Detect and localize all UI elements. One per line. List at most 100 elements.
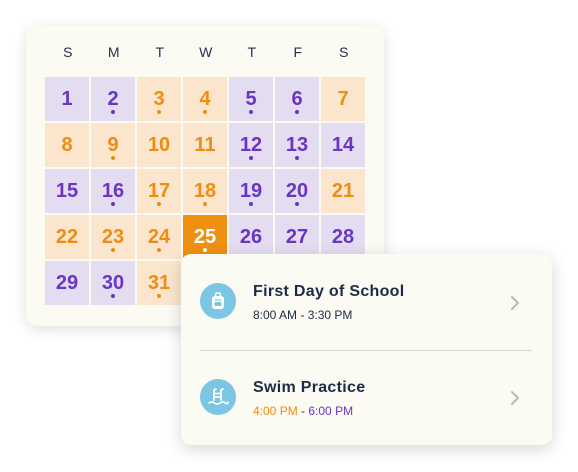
day-cell-6[interactable]: 6 bbox=[275, 77, 319, 121]
event-indicator-dot bbox=[157, 110, 161, 114]
event-end-time: 6:00 PM bbox=[308, 404, 354, 418]
day-cell-12[interactable]: 12 bbox=[229, 123, 273, 167]
day-number: 9 bbox=[107, 133, 119, 156]
day-number: 11 bbox=[194, 133, 216, 156]
day-cell-23[interactable]: 23 bbox=[91, 215, 135, 259]
day-number: 31 bbox=[147, 271, 171, 294]
day-cell-16[interactable]: 16 bbox=[91, 169, 135, 213]
weekday-friday: F bbox=[293, 44, 303, 60]
chevron-right-icon[interactable] bbox=[507, 294, 523, 312]
day-cell-22[interactable]: 22 bbox=[45, 215, 89, 259]
day-number: 1 bbox=[61, 87, 73, 110]
day-cell-8[interactable]: 8 bbox=[45, 123, 89, 167]
event-indicator-dot bbox=[203, 202, 207, 206]
day-number: 18 bbox=[193, 179, 217, 202]
day-number: 19 bbox=[239, 179, 263, 202]
day-cell-1[interactable]: 1 bbox=[45, 77, 89, 121]
day-number: 2 bbox=[107, 87, 119, 110]
day-cell-17[interactable]: 17 bbox=[137, 169, 181, 213]
event-time: 4:00 PM - 6:00 PM bbox=[253, 404, 353, 418]
backpack-icon bbox=[200, 283, 236, 319]
event-indicator-dot bbox=[203, 110, 207, 114]
event-indicator-dot bbox=[111, 202, 115, 206]
weekday-thursday: T bbox=[247, 44, 257, 60]
day-number: 10 bbox=[147, 133, 171, 156]
day-cell-24[interactable]: 24 bbox=[137, 215, 181, 259]
day-number: 5 bbox=[245, 87, 257, 110]
day-number: 23 bbox=[101, 225, 125, 248]
event-swim-practice[interactable]: Swim Practice 4:00 PM - 6:00 PM bbox=[181, 351, 552, 441]
day-cell-27[interactable]: 27 bbox=[275, 215, 319, 259]
day-number: 15 bbox=[55, 179, 79, 202]
day-cell-31[interactable]: 31 bbox=[137, 261, 181, 305]
event-indicator-dot bbox=[249, 202, 253, 206]
event-indicator-dot bbox=[157, 202, 161, 206]
weekday-monday: M bbox=[107, 44, 121, 60]
day-cell-30[interactable]: 30 bbox=[91, 261, 135, 305]
event-indicator-dot bbox=[249, 156, 253, 160]
day-cell-21[interactable]: 21 bbox=[321, 169, 365, 213]
day-number: 22 bbox=[55, 225, 79, 248]
day-cell-28[interactable]: 28 bbox=[321, 215, 365, 259]
weekday-wednesday: W bbox=[199, 44, 213, 60]
day-number: 4 bbox=[199, 87, 211, 110]
day-cell-18[interactable]: 18 bbox=[183, 169, 227, 213]
event-indicator-dot bbox=[295, 110, 299, 114]
day-cell-10[interactable]: 10 bbox=[137, 123, 181, 167]
events-card: First Day of School 8:00 AM - 3:30 PM Sw… bbox=[181, 254, 552, 445]
event-time-separator: - bbox=[297, 404, 309, 418]
event-indicator-dot bbox=[295, 202, 299, 206]
event-first-day-of-school[interactable]: First Day of School 8:00 AM - 3:30 PM bbox=[181, 254, 552, 344]
day-number: 26 bbox=[239, 225, 263, 248]
day-number: 30 bbox=[101, 271, 125, 294]
event-time: 8:00 AM - 3:30 PM bbox=[253, 308, 352, 322]
day-number: 13 bbox=[285, 133, 309, 156]
day-cell-19[interactable]: 19 bbox=[229, 169, 273, 213]
day-number: 29 bbox=[55, 271, 79, 294]
weekday-saturday: S bbox=[339, 44, 349, 60]
day-cell-5[interactable]: 5 bbox=[229, 77, 273, 121]
day-cell-20[interactable]: 20 bbox=[275, 169, 319, 213]
swimming-pool-icon bbox=[200, 379, 236, 415]
day-cell-29[interactable]: 29 bbox=[45, 261, 89, 305]
day-number: 21 bbox=[331, 179, 355, 202]
day-number: 16 bbox=[101, 179, 125, 202]
day-number: 12 bbox=[239, 133, 263, 156]
weekday-tuesday: T bbox=[155, 44, 165, 60]
day-cell-14[interactable]: 14 bbox=[321, 123, 365, 167]
event-indicator-dot bbox=[203, 248, 207, 252]
event-time-range: 8:00 AM - 3:30 PM bbox=[253, 308, 353, 322]
event-indicator-dot bbox=[249, 110, 253, 114]
weekday-header: S M T W T F S bbox=[45, 44, 367, 64]
day-number: 7 bbox=[337, 87, 349, 110]
day-number: 28 bbox=[331, 225, 355, 248]
day-number: 27 bbox=[285, 225, 309, 248]
day-cell-7[interactable]: 7 bbox=[321, 77, 365, 121]
event-indicator-dot bbox=[111, 156, 115, 160]
day-cell-26[interactable]: 26 bbox=[229, 215, 273, 259]
event-indicator-dot bbox=[111, 294, 115, 298]
day-number: 14 bbox=[331, 133, 355, 156]
event-indicator-dot bbox=[111, 110, 115, 114]
day-cell-4[interactable]: 4 bbox=[183, 77, 227, 121]
event-indicator-dot bbox=[295, 156, 299, 160]
event-start-time: 4:00 PM bbox=[253, 404, 298, 418]
day-number: 20 bbox=[285, 179, 309, 202]
day-number: 3 bbox=[153, 87, 165, 110]
day-cell-15[interactable]: 15 bbox=[45, 169, 89, 213]
day-cell-11[interactable]: 11 bbox=[183, 123, 227, 167]
event-indicator-dot bbox=[111, 248, 115, 252]
weekday-sunday: S bbox=[63, 44, 73, 60]
event-title: First Day of School bbox=[253, 283, 405, 300]
day-cell-3[interactable]: 3 bbox=[137, 77, 181, 121]
day-cell-9[interactable]: 9 bbox=[91, 123, 135, 167]
event-indicator-dot bbox=[157, 248, 161, 252]
day-number: 17 bbox=[147, 179, 171, 202]
day-number: 6 bbox=[291, 87, 303, 110]
day-cell-25[interactable]: 25 bbox=[183, 215, 227, 259]
day-number: 25 bbox=[193, 225, 217, 248]
chevron-right-icon[interactable] bbox=[507, 389, 523, 407]
day-cell-13[interactable]: 13 bbox=[275, 123, 319, 167]
event-indicator-dot bbox=[157, 294, 161, 298]
day-cell-2[interactable]: 2 bbox=[91, 77, 135, 121]
